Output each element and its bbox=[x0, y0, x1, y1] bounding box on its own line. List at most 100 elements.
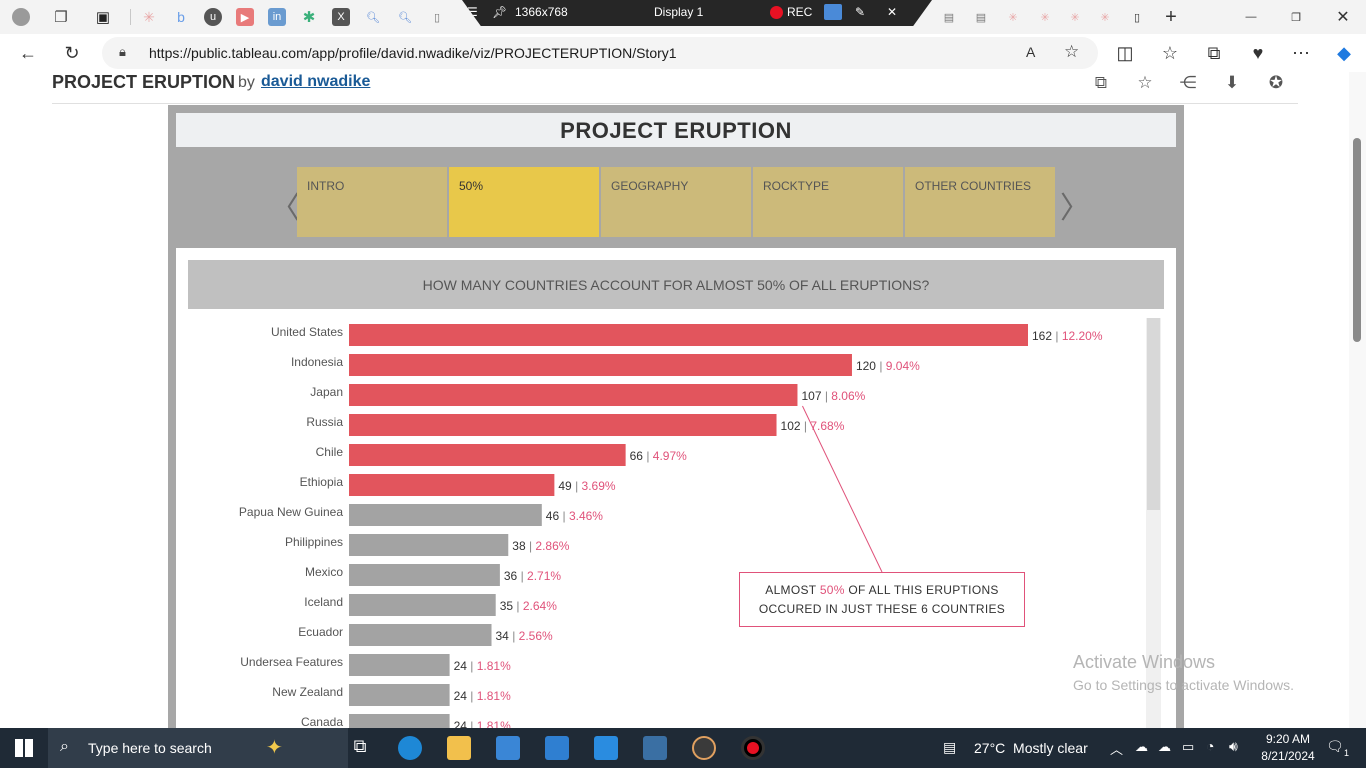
bar[interactable] bbox=[349, 324, 1028, 346]
weather-text[interactable]: 27°C Mostly clear bbox=[974, 740, 1088, 756]
story-tab-other-countries[interactable]: OTHER COUNTRIES bbox=[905, 167, 1055, 237]
tableau-tab-icon-2[interactable]: ✳ bbox=[1004, 8, 1022, 26]
display-label[interactable]: Display 1 bbox=[654, 5, 703, 19]
bar[interactable] bbox=[349, 474, 555, 496]
story-tab-geography[interactable]: GEOGRAPHY bbox=[601, 167, 751, 237]
browser-essentials-icon[interactable]: ♥ bbox=[1248, 43, 1268, 63]
page-tab-icon-3[interactable]: ▤ bbox=[972, 8, 990, 26]
read-aloud-icon[interactable]: A bbox=[1026, 44, 1035, 60]
search-tab-icon[interactable]: 🔍︎ bbox=[364, 8, 382, 26]
bar[interactable] bbox=[349, 714, 450, 728]
notification-icon[interactable]: 🗨︎ bbox=[1326, 738, 1344, 755]
more-menu-icon[interactable]: ⋯ bbox=[1291, 43, 1311, 63]
download-icon[interactable]: ⬇ bbox=[1222, 73, 1242, 93]
value-percent: 12.20% bbox=[1062, 329, 1103, 343]
rec-label[interactable]: REC bbox=[787, 5, 812, 19]
back-icon[interactable]: ← bbox=[18, 43, 38, 63]
bar[interactable] bbox=[349, 384, 798, 406]
bar[interactable] bbox=[349, 594, 496, 616]
task-view-icon[interactable]: ⧉ bbox=[348, 736, 372, 760]
recorder-app-icon[interactable] bbox=[741, 736, 765, 760]
profile-icon[interactable] bbox=[12, 8, 30, 26]
page-scrollbar[interactable] bbox=[1349, 72, 1366, 728]
pin-icon[interactable]: 📌︎ bbox=[492, 5, 507, 19]
collections-icon[interactable]: ⧉ bbox=[1204, 43, 1224, 63]
author-link[interactable]: david nwadike bbox=[261, 73, 370, 91]
bar[interactable] bbox=[349, 624, 492, 646]
bar[interactable] bbox=[349, 654, 450, 676]
bar[interactable] bbox=[349, 414, 777, 436]
page-scrollbar-thumb[interactable] bbox=[1353, 138, 1361, 342]
clock-date[interactable]: 8/21/2024 bbox=[1254, 749, 1322, 763]
search-tab-icon-2[interactable]: 🔍︎ bbox=[396, 8, 414, 26]
bar[interactable] bbox=[349, 564, 500, 586]
story-tab-rocktype[interactable]: ROCKTYPE bbox=[753, 167, 903, 237]
network-status-icon[interactable]: ☁ bbox=[1135, 739, 1148, 755]
favorite-icon[interactable]: ☆ bbox=[1135, 73, 1155, 93]
close-recorder-icon[interactable]: ✕ bbox=[887, 5, 897, 19]
taskbar-search[interactable]: ⌕ Type here to search ✦ bbox=[48, 728, 348, 768]
mysql-workbench-icon[interactable] bbox=[643, 736, 667, 760]
bing-tab-icon[interactable]: b bbox=[172, 8, 190, 26]
favorites-icon[interactable]: ☆ bbox=[1160, 43, 1180, 63]
tab-actions-icon[interactable]: ▣ bbox=[94, 8, 112, 26]
clock-time[interactable]: 9:20 AM bbox=[1258, 732, 1318, 746]
record-dot-icon[interactable] bbox=[770, 6, 783, 19]
tray-chevron-icon[interactable]: ︿ bbox=[1110, 739, 1123, 758]
mail-icon[interactable] bbox=[545, 736, 569, 760]
workspaces-icon[interactable]: ❐ bbox=[52, 8, 70, 26]
copy-icon[interactable]: ⧉ bbox=[1091, 73, 1111, 93]
pen-icon[interactable]: ✎ bbox=[855, 5, 865, 19]
microsoft-store-icon[interactable] bbox=[496, 736, 520, 760]
page-tab-icon-2[interactable]: ▤ bbox=[940, 8, 958, 26]
favorite-star-icon[interactable]: ☆ bbox=[1064, 42, 1079, 62]
prev-story-arrow-icon[interactable]: 〈 bbox=[270, 183, 300, 227]
bar[interactable] bbox=[349, 354, 852, 376]
volume-icon[interactable]: 🔊︎ bbox=[1229, 738, 1238, 755]
next-story-arrow-icon[interactable]: 〉 bbox=[1060, 183, 1090, 227]
linkedin-tab-icon[interactable]: in bbox=[268, 8, 286, 26]
chart-scrollbar-thumb[interactable] bbox=[1147, 318, 1160, 510]
active-tab-page-icon[interactable]: ▯ bbox=[1128, 8, 1146, 26]
media-player-icon[interactable] bbox=[692, 736, 716, 760]
file-explorer-icon[interactable] bbox=[447, 736, 471, 760]
story-tab-50pct[interactable]: 50% bbox=[449, 167, 599, 237]
bar[interactable] bbox=[349, 684, 450, 706]
share-icon[interactable]: ⋲ bbox=[1178, 73, 1198, 93]
new-tab-icon[interactable]: + bbox=[1162, 6, 1180, 28]
minimize-icon[interactable]: — bbox=[1242, 8, 1260, 26]
viz-by-label: by bbox=[238, 74, 255, 91]
category-label: Ecuador bbox=[298, 625, 343, 639]
battery-icon[interactable]: ▭ bbox=[1182, 739, 1194, 755]
screen-icon[interactable] bbox=[824, 4, 842, 20]
tableau-tab-icon-4[interactable]: ✳ bbox=[1066, 8, 1084, 26]
story-tab-intro[interactable]: INTRO bbox=[297, 167, 447, 237]
bar[interactable] bbox=[349, 504, 542, 526]
onedrive-icon[interactable]: ☁ bbox=[1158, 739, 1171, 755]
perplexity-tab-icon[interactable]: ✱ bbox=[300, 8, 318, 26]
restore-icon[interactable]: ❐ bbox=[1287, 8, 1305, 26]
page-tab-icon[interactable]: ▯ bbox=[428, 8, 446, 26]
lock-icon[interactable]: 🔒︎ bbox=[119, 44, 126, 60]
address-bar[interactable]: 🔒︎ https://public.tableau.com/app/profil… bbox=[102, 37, 1098, 69]
youtube-tab-icon[interactable]: ▶ bbox=[236, 8, 254, 26]
weather-icon[interactable]: ▤ bbox=[943, 739, 956, 756]
tableau-tab-icon-3[interactable]: ✳ bbox=[1036, 8, 1054, 26]
edge-icon[interactable] bbox=[398, 736, 422, 760]
close-window-icon[interactable]: ✕ bbox=[1334, 8, 1352, 26]
windows-start-icon[interactable] bbox=[15, 739, 33, 757]
url-text[interactable]: https://public.tableau.com/app/profile/d… bbox=[149, 45, 677, 61]
badge-icon[interactable]: ✪ bbox=[1266, 73, 1286, 93]
tableau-tab-icon-5[interactable]: ✳ bbox=[1096, 8, 1114, 26]
bar[interactable] bbox=[349, 534, 509, 556]
bar[interactable] bbox=[349, 444, 626, 466]
vscode-icon[interactable] bbox=[594, 736, 618, 760]
udemy-tab-icon[interactable]: u bbox=[204, 8, 222, 26]
tableau-tab-icon[interactable]: ✳ bbox=[140, 8, 158, 26]
split-screen-icon[interactable]: ◫ bbox=[1115, 43, 1135, 63]
refresh-icon[interactable]: ↻ bbox=[62, 43, 82, 63]
value-count: 66 bbox=[630, 449, 644, 463]
x-tab-icon[interactable]: X bbox=[332, 8, 350, 26]
wifi-icon[interactable]: ◔ bbox=[1206, 738, 1214, 754]
copilot-icon[interactable]: ◆ bbox=[1334, 43, 1354, 63]
